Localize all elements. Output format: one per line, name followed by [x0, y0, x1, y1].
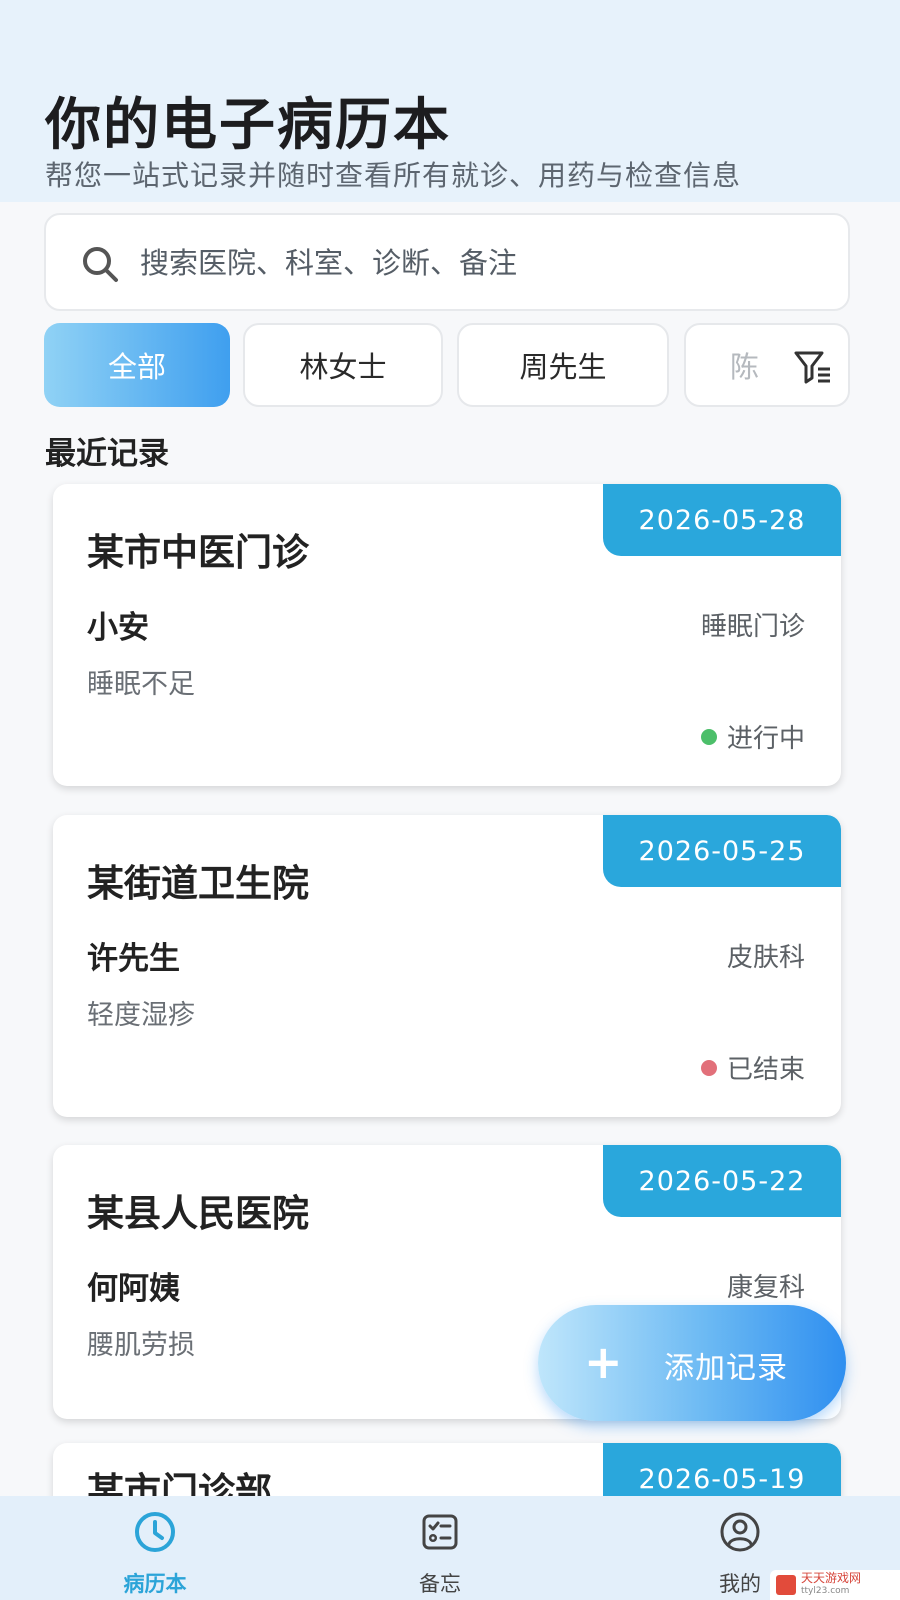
- user-icon: [720, 1512, 760, 1552]
- status-label: 已结束: [726, 1055, 805, 1085]
- record-card[interactable]: 2026-05-28 某市中医门诊 小安 睡眠门诊 睡眠不足 进行中: [53, 484, 841, 786]
- department: 康复科: [726, 1273, 805, 1303]
- filter-chip-label: 林女士: [299, 350, 387, 384]
- patient-name: 何阿姨: [87, 1271, 180, 1307]
- section-title: 最近记录: [45, 436, 169, 472]
- bottom-nav: 病历本 备忘 我的: [0, 1496, 900, 1600]
- filter-chip-all[interactable]: 全部: [44, 323, 230, 407]
- filter-chip-label: 陈: [730, 350, 760, 384]
- watermark-line2: ttyl23.com: [801, 1586, 850, 1596]
- filter-chip-label: 周先生: [519, 350, 607, 384]
- date-tag: 2026-05-25: [603, 815, 841, 887]
- nav-item-records[interactable]: 病历本: [75, 1496, 235, 1600]
- nav-label: 备忘: [419, 1572, 461, 1596]
- record-card[interactable]: 2026-05-25 某街道卫生院 许先生 皮肤科 轻度湿疹 已结束: [53, 815, 841, 1117]
- nav-item-memo[interactable]: 备忘: [360, 1496, 520, 1600]
- page-title: 你的电子病历本: [45, 93, 451, 158]
- add-record-button[interactable]: + 添加记录: [538, 1305, 846, 1421]
- watermark: 天天游戏网 ttyl23.com: [770, 1570, 900, 1600]
- diagnosis: 睡眠不足: [87, 669, 195, 700]
- filter-icon[interactable]: [792, 347, 832, 387]
- filter-chip-label: 全部: [107, 350, 166, 384]
- add-record-label: 添加记录: [664, 1351, 788, 1386]
- diagnosis: 腰肌劳损: [87, 1330, 195, 1361]
- date-tag: 2026-05-28: [603, 484, 841, 556]
- page-subtitle: 帮您一站式记录并随时查看所有就诊、用药与检查信息: [45, 159, 742, 192]
- status-label: 进行中: [726, 724, 805, 754]
- hospital-name: 某县人民医院: [87, 1192, 309, 1235]
- diagnosis: 轻度湿疹: [87, 1000, 195, 1031]
- status-dot: [700, 1059, 717, 1076]
- header: 你的电子病历本 帮您一站式记录并随时查看所有就诊、用药与检查信息: [0, 0, 900, 202]
- plus-icon: +: [584, 1335, 623, 1389]
- search-input[interactable]: [140, 235, 820, 291]
- status-badge: 进行中: [700, 718, 805, 755]
- checklist-icon: [422, 1514, 458, 1550]
- filter-chip-zhou[interactable]: 周先生: [457, 323, 669, 407]
- watermark-line1: 天天游戏网: [801, 1571, 862, 1585]
- hospital-name: 某市中医门诊: [87, 531, 309, 574]
- date-tag: 2026-05-22: [603, 1145, 841, 1217]
- status-dot: [700, 728, 717, 745]
- department: 睡眠门诊: [700, 612, 805, 642]
- search-bar[interactable]: [44, 213, 850, 311]
- patient-name: 小安: [87, 610, 149, 646]
- hospital-name: 某街道卫生院: [87, 862, 309, 905]
- status-badge: 已结束: [700, 1049, 805, 1086]
- clock-icon: [135, 1512, 175, 1552]
- watermark-logo-icon: [776, 1575, 796, 1595]
- patient-name: 许先生: [87, 941, 180, 977]
- filter-chip-chen[interactable]: 陈: [684, 323, 850, 407]
- watermark-text: 天天游戏网 ttyl23.com: [801, 1572, 861, 1598]
- filter-chip-lin[interactable]: 林女士: [243, 323, 443, 407]
- department: 皮肤科: [726, 943, 805, 973]
- search-icon: [83, 247, 118, 282]
- nav-label: 病历本: [123, 1572, 187, 1596]
- app-screen: 你的电子病历本 帮您一站式记录并随时查看所有就诊、用药与检查信息 全部 林女士 …: [0, 0, 900, 1600]
